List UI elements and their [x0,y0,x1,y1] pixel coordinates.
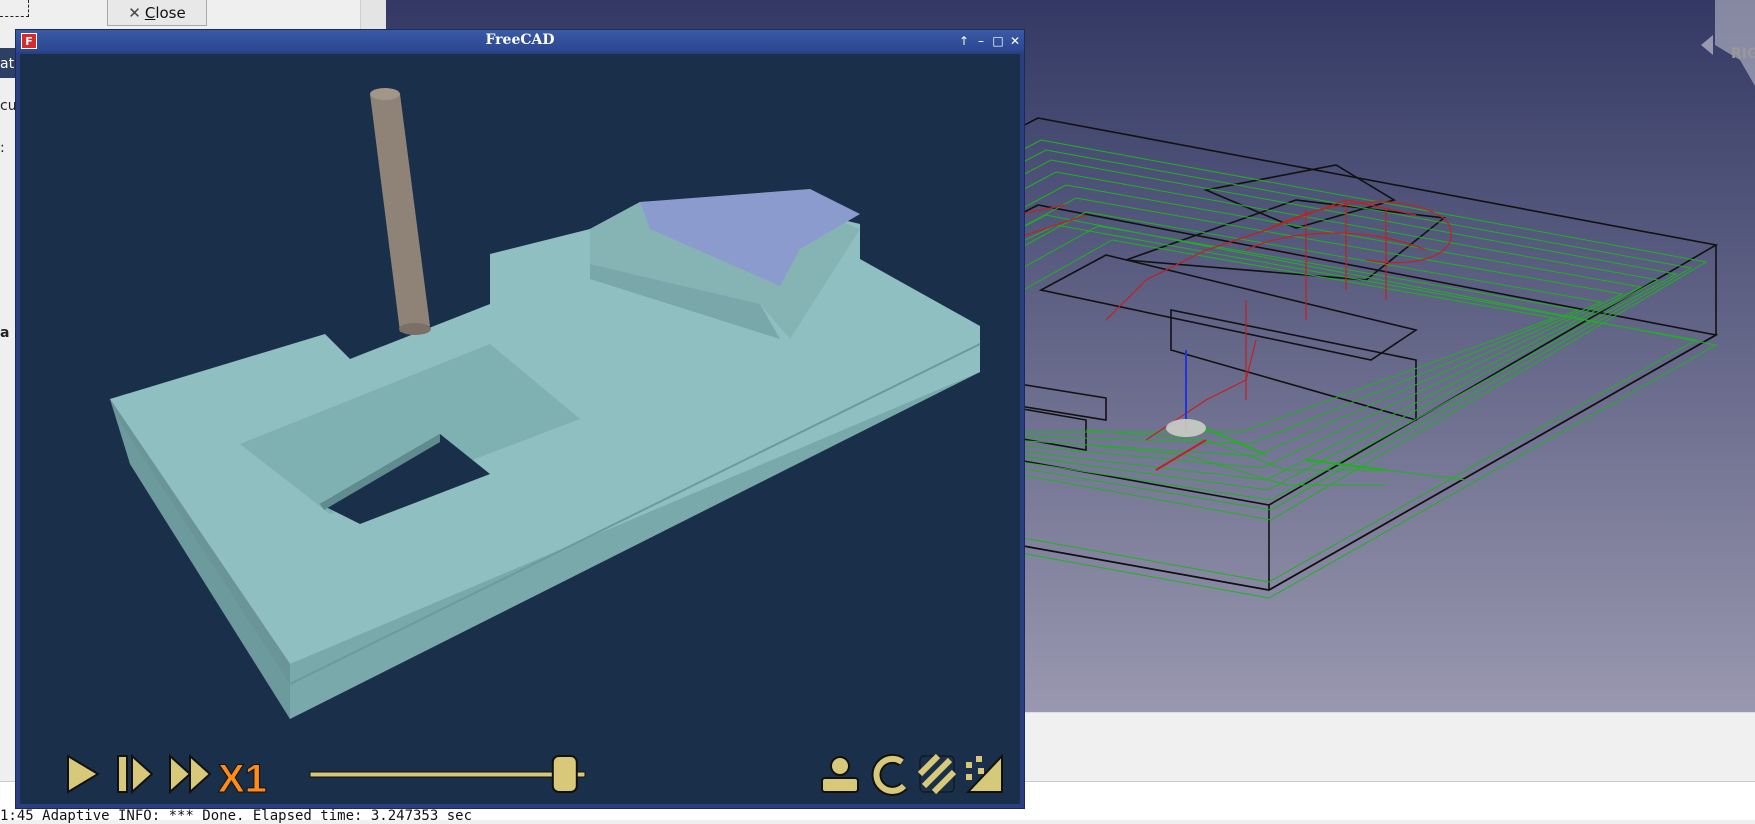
resolution-icon[interactable] [965,753,1003,793]
close-icon: ✕ [128,3,141,22]
simulated-stock [110,88,981,719]
console-line: 1:45 Adaptive INFO: *** Done. Elapsed ti… [0,808,473,824]
simulation-viewport[interactable]: X1 [20,54,1020,804]
close-button[interactable]: ✕ Close [107,0,207,26]
view-tool-icon[interactable] [821,756,859,793]
progress-track[interactable] [309,771,586,778]
nav-cube-face-label: RIG [1731,46,1755,62]
step-icon[interactable] [117,753,154,795]
close-button-label: Close [144,3,186,22]
simulator-window: F FreeCAD ↑ – □ ✕ X1 [15,29,1025,809]
window-titlebar[interactable]: F FreeCAD ↑ – □ ✕ [16,30,1024,52]
nav-arrow-left-icon[interactable] [1701,35,1713,55]
nav-cube[interactable]: RIG [1695,0,1755,86]
rotate-view-icon[interactable] [871,753,908,796]
simulator-controls: X1 [20,734,1020,804]
panel-stub-3: a [0,325,10,341]
fast-forward-icon[interactable] [169,753,212,795]
window-title: FreeCAD [485,32,555,48]
play-icon[interactable] [67,754,100,794]
window-close-button[interactable]: ✕ [1007,33,1023,49]
show-path-icon[interactable] [917,753,957,795]
panel-stub-0: at [0,56,15,72]
selection-marquee [0,0,29,17]
window-minimize-button[interactable]: – [973,33,989,49]
window-shade-button[interactable]: ↑ [956,33,972,49]
panel-stub-1: cu [0,98,16,114]
panel-stub-2: : [0,140,5,156]
window-maximize-button[interactable]: □ [990,33,1006,49]
progress-slider-thumb[interactable] [551,755,578,793]
speed-label[interactable]: X1 [218,757,268,802]
